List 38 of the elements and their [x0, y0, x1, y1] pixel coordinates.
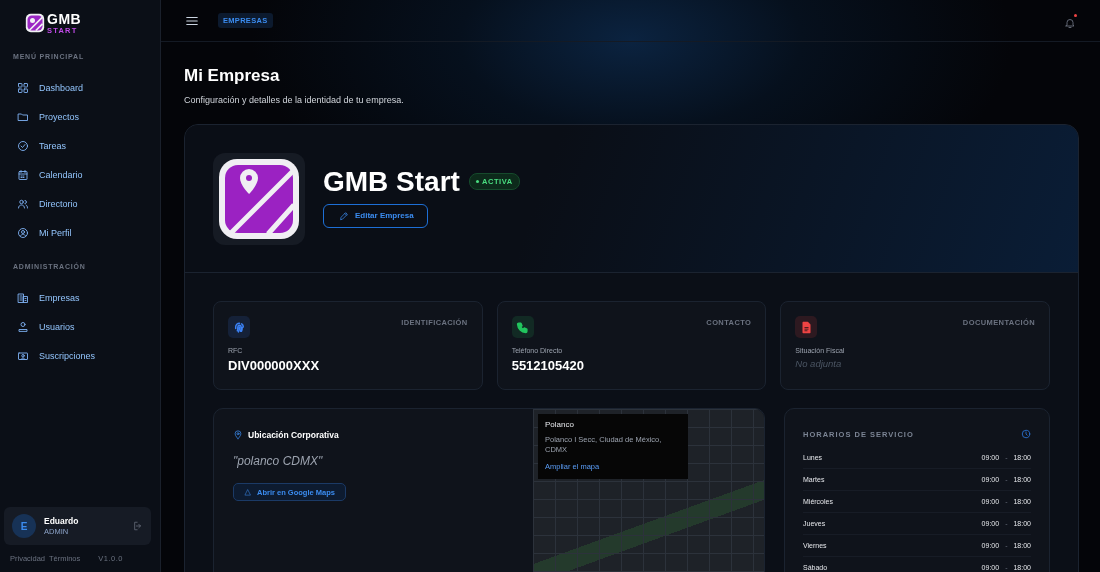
- edit-company-button[interactable]: Editar Empresa: [323, 203, 428, 228]
- page-subtitle: Configuración y detalles de la identidad de tu empresa.: [184, 95, 405, 105]
- logo-text: GMB: [47, 11, 82, 26]
- clock-icon: [1021, 429, 1031, 439]
- company-name: GMB Start: [323, 165, 460, 198]
- user-name: Eduardo: [44, 516, 80, 526]
- location-pin-icon: [233, 430, 243, 440]
- calendar-icon: [17, 168, 29, 181]
- people-icon: [17, 197, 29, 210]
- sidebar-item[interactable]: Mi Perfil: [4, 218, 156, 247]
- info-value: DIV000000XXX: [228, 358, 321, 373]
- folder-icon: [17, 110, 29, 123]
- user-circle-icon: [17, 226, 29, 239]
- sidebar-item[interactable]: Empresas: [4, 283, 156, 312]
- location-query: "polanco CDMX": [233, 454, 324, 468]
- sidebar-item[interactable]: Calendario: [4, 160, 156, 189]
- triangle-icon: [244, 488, 251, 496]
- grid-icon: [17, 81, 29, 94]
- info-value: 5512105420: [511, 358, 585, 373]
- page-title: Mi Empresa: [184, 66, 281, 86]
- logo-icon: [25, 13, 45, 33]
- sidebar-item[interactable]: Directorio: [4, 189, 156, 218]
- id-card-icon: [17, 349, 29, 362]
- notification-icon[interactable]: [1064, 14, 1076, 27]
- sidebar-item[interactable]: Dashboard: [4, 73, 156, 102]
- location-title: Ubicación Corporativa: [248, 430, 339, 440]
- user-icon: [17, 320, 29, 333]
- sidebar-item[interactable]: Suscripciones: [4, 341, 156, 370]
- building-icon: [17, 291, 29, 304]
- logout-icon[interactable]: [133, 521, 143, 531]
- check-circle-icon: [17, 139, 29, 152]
- info-value: No adjunta: [795, 358, 843, 369]
- sidebar-item[interactable]: Proyectos: [4, 102, 156, 131]
- pencil-icon: [339, 210, 349, 221]
- sidebar-item[interactable]: Usuarios: [4, 312, 156, 341]
- sidebar-item[interactable]: Tareas: [4, 131, 156, 160]
- avatar: E: [12, 514, 36, 538]
- place-title: Polanco: [545, 420, 575, 429]
